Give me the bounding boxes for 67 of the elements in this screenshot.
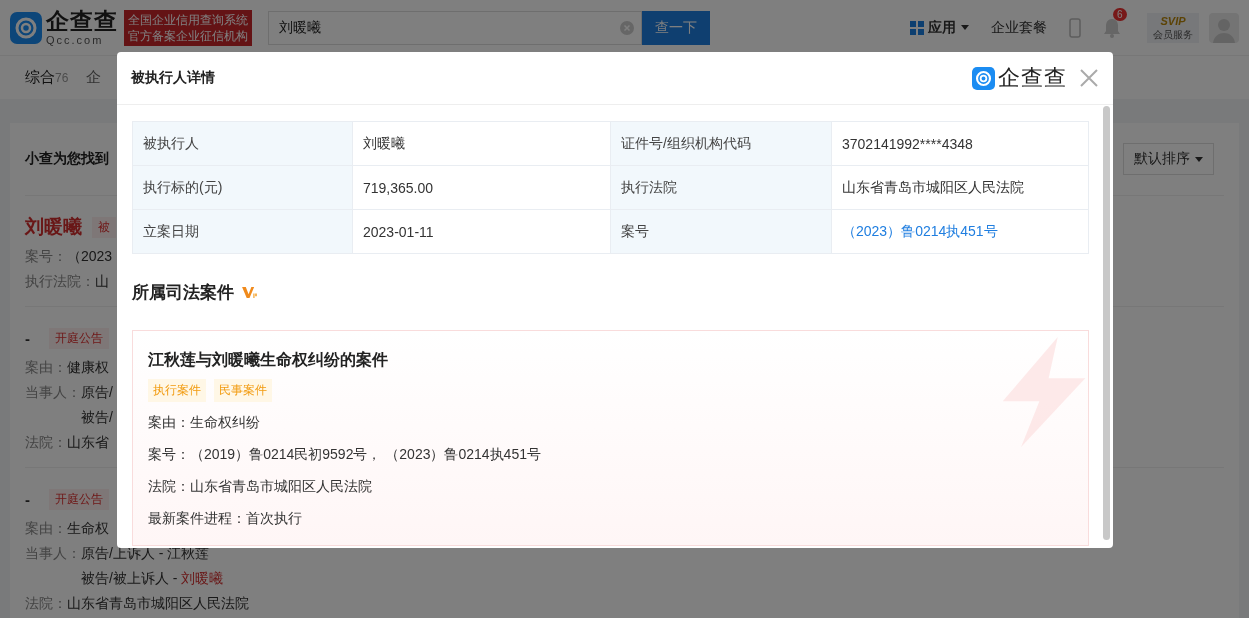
table-cell: 刘暖曦 [352, 121, 611, 166]
case-field: 案由：生命权纠纷 [148, 406, 1073, 438]
logo-text: 企查查 [46, 9, 118, 33]
case-link[interactable]: （2023）鲁0214执451号 [842, 222, 998, 239]
avatar-icon[interactable] [1209, 12, 1239, 43]
case-tag: 执行案件 [148, 379, 206, 402]
scrollbar[interactable] [1103, 106, 1110, 540]
vip-button[interactable]: SVIP 会员服务 [1147, 12, 1199, 43]
case-field: 最新案件进程：首次执行 [148, 502, 1073, 534]
notification-count: 6 [1113, 7, 1127, 21]
vip-icon [242, 285, 257, 299]
field-label: 执行法院： [25, 272, 95, 291]
field-value: 山 [95, 272, 109, 291]
caret-icon [961, 25, 969, 30]
table-cell: 案号 [610, 209, 832, 254]
field-value: 原告/ [81, 383, 113, 402]
field-value: 健康权 [67, 358, 109, 377]
field-value: 生命权 [67, 519, 109, 538]
result-tag: 开庭公告 [49, 327, 109, 349]
logo-text: 企查查 [998, 64, 1067, 92]
nav-link[interactable]: 应用 [928, 18, 956, 37]
table-cell: 719,365.00 [352, 165, 611, 210]
table-cell: 证件号/组织机构代码 [610, 121, 832, 166]
search-field[interactable]: 刘暖曦 [268, 10, 642, 45]
field-value: 被告/ [81, 408, 113, 427]
case-field: 法院：山东省青岛市城阳区人民法院 [148, 470, 1073, 502]
table-cell: 被执行人 [132, 121, 353, 166]
field-label: 法院： [25, 594, 67, 613]
table-cell: 3702141992****4348 [831, 121, 1089, 166]
logo-icon [10, 11, 42, 44]
table-cell: 立案日期 [132, 209, 353, 254]
table-cell: 山东省青岛市城阳区人民法院 [831, 165, 1089, 210]
logo-icon [972, 66, 995, 90]
phone-icon[interactable] [1069, 17, 1081, 38]
nav-link[interactable]: 企业套餐 [991, 18, 1047, 37]
caret-icon [1195, 156, 1203, 162]
result-tag: 开庭公告 [49, 488, 109, 510]
case-title[interactable]: 江秋莲与刘暖曦生命权纠纷的案件 [148, 347, 1073, 373]
results-summary: 小查为您找到 [25, 150, 109, 168]
clear-icon[interactable] [620, 20, 634, 35]
case-tag: 民事案件 [214, 379, 272, 402]
field-label: 当事人： [25, 544, 81, 563]
close-icon[interactable] [1079, 68, 1099, 88]
logo-domain: Qcc.com [46, 34, 105, 46]
sort-button[interactable]: 默认排序 [1123, 143, 1214, 175]
table-cell: 执行法院 [610, 165, 832, 210]
section-title: 所属司法案件 [132, 281, 234, 304]
dialog-title: 被执行人详情 [131, 69, 215, 87]
field-value: （2023 [67, 247, 113, 266]
dash-mark: - [25, 490, 31, 508]
result-tag: 被 [92, 216, 116, 238]
field-label: 当事人： [25, 383, 81, 402]
field-value: 被告/被上诉人 - 刘暖曦 [81, 569, 224, 588]
dash-mark: - [25, 329, 31, 347]
field-value: 山东省 [67, 433, 109, 452]
table-cell: 2023-01-11 [352, 209, 611, 254]
field-label: 案号： [25, 247, 67, 266]
table-cell: 执行标的(元) [132, 165, 353, 210]
search-button[interactable]: 查一下 [642, 10, 710, 45]
slogan-badge: 全国企业信用查询系统 官方备案企业征信机构 [124, 9, 252, 46]
tab[interactable]: 企 [86, 68, 102, 87]
field-value: 山东省青岛市城阳区人民法院 [67, 594, 249, 613]
case-field: 案号：（2019）鲁0214民初9592号， （2023）鲁0214执451号 [148, 438, 1073, 470]
field-label: 法院： [25, 433, 67, 452]
person-name[interactable]: 刘暖曦 [25, 214, 82, 240]
grid-icon [910, 20, 924, 35]
bell-icon[interactable] [1103, 17, 1121, 38]
